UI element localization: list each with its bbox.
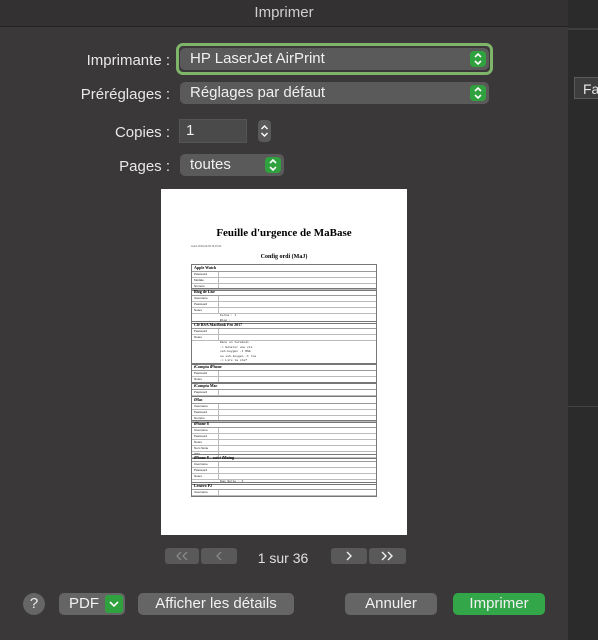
preview-block-title: Blog de Lise (192, 289, 376, 296)
page-count: 1 sur 36 (257, 550, 309, 566)
preview-row-label: Notes (194, 335, 219, 340)
preview-doc-meta: Avant 2019-09-09 16:16:03 (191, 245, 222, 248)
printer-label: Imprimante : (86, 52, 170, 69)
print-button[interactable]: Imprimer (453, 593, 545, 615)
last-page-button[interactable] (369, 548, 406, 564)
preview-block: iPhone 8 – suivi iMaing Username Password N… (191, 453, 377, 485)
presets-label: Préréglages : (80, 86, 170, 103)
preview-block-title: iCompta Mac (192, 383, 376, 390)
copies-stepper[interactable] (258, 120, 271, 142)
pages-label: Pages : (119, 158, 170, 175)
preview-row-label: Password (194, 409, 219, 415)
preview-row-label: Username (194, 427, 219, 433)
next-page-button[interactable] (331, 548, 367, 564)
preview-row-label: Password (194, 389, 219, 395)
preview-row-label: Password (194, 370, 219, 376)
chevron-left-icon (216, 551, 222, 561)
preview-block-title: iPhone 8 (192, 421, 376, 428)
preview-block-title: Clé RSA MacBook Pro 2017 (192, 322, 376, 329)
preview-section-title: Config ordi (MaJ) (260, 254, 308, 260)
preview-row-label: Password (194, 467, 219, 473)
preview-block: iCompta Mac Password (191, 381, 377, 397)
preview-block-title: iCompta iPhone (192, 364, 376, 371)
preview-block: iMac Username Password Numéro (191, 395, 377, 423)
preview-block: iCompta iPhone Password Notes (191, 362, 377, 384)
preview-block: Apple Watch Password Modèle Numéro (191, 264, 377, 291)
copies-label: Copies : (114, 124, 170, 141)
preview-block-title: Lenovo P2 (192, 483, 376, 490)
up-down-arrows-icon (470, 51, 486, 67)
preview-row-label: Username (194, 490, 219, 495)
chevron-right-icon (346, 551, 352, 561)
preview-block-title: iPhone 8 – suivi iMaing (192, 455, 376, 462)
preview-row-label: Notes (194, 439, 219, 445)
stepper-arrows-icon (261, 125, 268, 137)
pdf-label: PDF (69, 595, 99, 612)
preview-row-label: Password (194, 433, 219, 439)
chevron-down-icon[interactable] (105, 595, 123, 613)
show-details-button[interactable]: Afficher les détails (138, 593, 294, 615)
print-preview: Feuille d'urgence de MaBase Avant 2019-0… (161, 189, 407, 535)
preview-row-label: Password (194, 272, 219, 277)
printer-value: HP LaserJet AirPrint (190, 50, 325, 67)
background-window: Fa (568, 0, 598, 640)
preview-block: Blog de Lise Username Password Notes Forum :… (191, 288, 377, 324)
preview-block: Clé RSA MacBook Pro 2017 Password Notes Dan… (191, 321, 377, 365)
presets-value: Réglages par défaut (190, 84, 326, 101)
preview-block: Lenovo P2 Username (191, 482, 377, 497)
preview-doc-title: Feuille d'urgence de MaBase (216, 227, 352, 239)
cancel-button[interactable]: Annuler (345, 593, 437, 615)
preview-block-title: Apple Watch (192, 265, 376, 272)
dialog-title: Imprimer (254, 4, 314, 21)
pages-popup[interactable]: toutes (180, 154, 284, 176)
preview-row-label: Modèle (194, 278, 219, 283)
background-window-divider (568, 28, 598, 30)
preview-row-label: Username (194, 403, 219, 409)
previous-page-button[interactable] (201, 548, 237, 564)
preview-block-notes: Dans un terminal -> Générer une clé ssh-… (220, 341, 257, 362)
preview-row-label: Password (194, 329, 219, 334)
up-down-arrows-icon (265, 157, 281, 173)
preview-row-label: Notes (194, 308, 219, 313)
pages-value: toutes (190, 156, 231, 173)
title-bar: Imprimer (0, 0, 568, 27)
double-chevron-right-icon (381, 551, 393, 561)
first-page-button[interactable] (165, 548, 199, 564)
print-dialog: Imprimer Imprimante : HP LaserJet AirPri… (0, 0, 568, 640)
preview-row-label: Notes (194, 473, 219, 479)
double-chevron-left-icon (176, 551, 188, 561)
help-button[interactable]: ? (23, 593, 45, 615)
preview-row-label: Num Série (194, 445, 219, 451)
copies-field[interactable]: 1 (179, 119, 247, 143)
presets-popup[interactable]: Réglages par défaut (180, 82, 489, 104)
preview-row-label: Password (194, 302, 219, 307)
background-window-divider-2 (568, 406, 598, 407)
preview-block-title: iMac (192, 397, 376, 404)
up-down-arrows-icon (470, 85, 486, 101)
preview-block-row: Username (192, 490, 376, 496)
preview-row-label: Username (194, 461, 219, 467)
pdf-menu-button[interactable]: PDF (59, 593, 125, 615)
printer-popup[interactable]: HP LaserJet AirPrint (180, 48, 489, 70)
background-window-label: Fa (574, 77, 598, 99)
preview-row-label: Username (194, 296, 219, 301)
